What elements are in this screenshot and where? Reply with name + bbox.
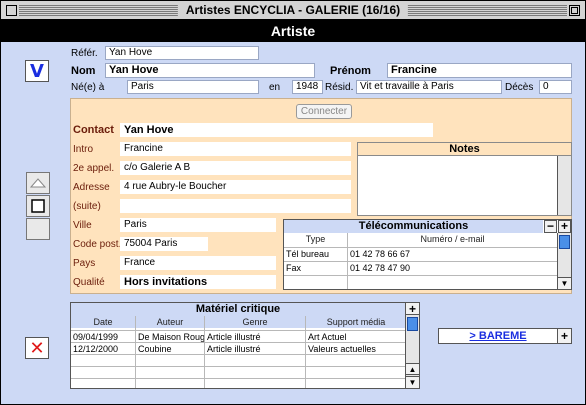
cp-field[interactable]: 75004 Paris — [120, 237, 208, 251]
qualite-label: Qualité — [73, 277, 105, 288]
critique-col-support: Support média — [326, 317, 386, 327]
connect-button[interactable]: Connecter — [296, 104, 352, 119]
validate-button[interactable]: V — [25, 60, 49, 82]
notes-box[interactable]: Notes — [357, 142, 572, 216]
appel2-field[interactable]: c/o Galerie A B — [120, 161, 351, 175]
close-box-icon[interactable] — [6, 5, 17, 16]
resid-field[interactable]: Vit et travaille à Paris — [356, 80, 502, 94]
cp-label: Code post. — [73, 239, 122, 250]
nom-label: Nom — [71, 65, 96, 77]
contact-field[interactable]: Yan Hove — [120, 123, 433, 137]
window-title-bar[interactable]: Artistes ENCYCLIA - GALERIE (16/16) — [0, 0, 586, 20]
form-title: Artiste — [0, 20, 586, 42]
telecom-column-divider — [347, 233, 348, 289]
table-row[interactable] — [71, 378, 406, 391]
telecom-type-cell: Tél bureau — [286, 249, 330, 259]
next-record-button[interactable] — [26, 218, 50, 240]
bareme-add-button[interactable]: + — [557, 328, 572, 344]
qualite-field[interactable]: Hors invitations — [120, 275, 276, 289]
deces-field[interactable]: 0 — [539, 80, 572, 94]
cancel-button[interactable]: ✕ — [25, 337, 49, 359]
table-row[interactable]: Tél bureau 01 42 78 66 67 — [284, 247, 557, 260]
en-label: en — [269, 82, 281, 93]
year-field[interactable]: 1948 — [292, 80, 323, 94]
telecom-col-num: Numéro / e-mail — [420, 234, 485, 244]
telecom-title: Télécommunications — [284, 220, 543, 233]
table-row[interactable] — [284, 275, 557, 288]
adresse-label: Adresse — [73, 182, 110, 193]
scroll-up-arrow-icon[interactable]: ▲ — [406, 363, 419, 375]
suite-label: (suite) — [73, 201, 101, 212]
checkmark-v-icon: V — [30, 61, 44, 82]
resid-label: Résid. — [325, 82, 354, 93]
red-x-icon: ✕ — [29, 338, 45, 359]
critique-col-auteur: Auteur — [156, 317, 184, 327]
deces-label: Décès — [505, 82, 534, 93]
current-record-button[interactable] — [26, 195, 50, 217]
bareme-label: > BAREME — [469, 330, 527, 342]
notes-title: Notes — [358, 143, 571, 156]
critique-title: Matériel critique — [71, 303, 405, 316]
scroll-down-arrow-icon[interactable]: ▼ — [406, 376, 419, 388]
telecom-scroll-thumb[interactable] — [559, 235, 570, 249]
critique-add-button[interactable]: + — [406, 303, 419, 315]
pays-field[interactable]: France — [120, 256, 276, 270]
critique-column-divider — [135, 316, 136, 388]
critique-col-date: Date — [93, 317, 113, 327]
telecom-col-type: Type — [305, 234, 326, 244]
intro-field[interactable]: Francine — [120, 142, 351, 156]
ville-label: Ville — [73, 220, 92, 231]
scroll-down-arrow-icon[interactable]: ▼ — [558, 277, 571, 289]
prenom-field[interactable]: Francine — [387, 63, 572, 78]
telecom-add-button[interactable]: + — [558, 220, 571, 233]
critique-column-divider — [305, 316, 306, 388]
table-row[interactable]: Fax 01 42 78 47 90 — [284, 261, 557, 274]
notes-scrollbar[interactable] — [557, 156, 571, 215]
telecom-table: Télécommunications Type Numéro / e-mail … — [283, 219, 572, 290]
square-stop-icon — [31, 199, 45, 213]
contact-label: Contact — [73, 124, 114, 136]
telecom-num-cell: 01 42 78 47 90 — [350, 263, 411, 273]
critique-column-divider — [204, 316, 205, 388]
refer-field[interactable]: Yan Hove — [105, 46, 259, 60]
telecom-type-cell: Fax — [286, 263, 302, 273]
intro-label: Intro — [73, 144, 94, 155]
refer-label: Référ. — [71, 48, 98, 59]
critique-col-genre: Genre — [242, 317, 268, 327]
ville-field[interactable]: Paris — [120, 218, 276, 232]
previous-record-button[interactable] — [26, 172, 50, 194]
pays-label: Pays — [73, 258, 96, 269]
ne-field[interactable]: Paris — [127, 80, 259, 94]
suite-field[interactable] — [120, 199, 351, 213]
telecom-num-cell: 01 42 78 66 67 — [350, 249, 411, 259]
bareme-button[interactable]: > BAREME + — [438, 328, 572, 344]
appel2-label: 2e appel. — [73, 163, 115, 174]
window-title: Artistes ENCYCLIA - GALERIE (16/16) — [177, 3, 409, 17]
critique-scrollbar[interactable]: + ▲ ▼ — [405, 303, 419, 388]
critique-table: Matériel critique Date Auteur Genre Supp… — [70, 302, 420, 389]
telecom-remove-button[interactable]: − — [544, 220, 557, 233]
ne-label: Né(e) à — [71, 82, 105, 93]
zoom-box-icon[interactable] — [569, 5, 580, 16]
prenom-label: Prénom — [330, 65, 371, 77]
critique-scroll-thumb[interactable] — [407, 317, 418, 331]
triangle-up-icon — [29, 178, 47, 188]
nom-field[interactable]: Yan Hove — [105, 63, 315, 78]
telecom-scrollbar[interactable]: ▼ — [557, 233, 571, 289]
adresse-field[interactable]: 4 rue Aubry-le Boucher — [120, 180, 351, 194]
